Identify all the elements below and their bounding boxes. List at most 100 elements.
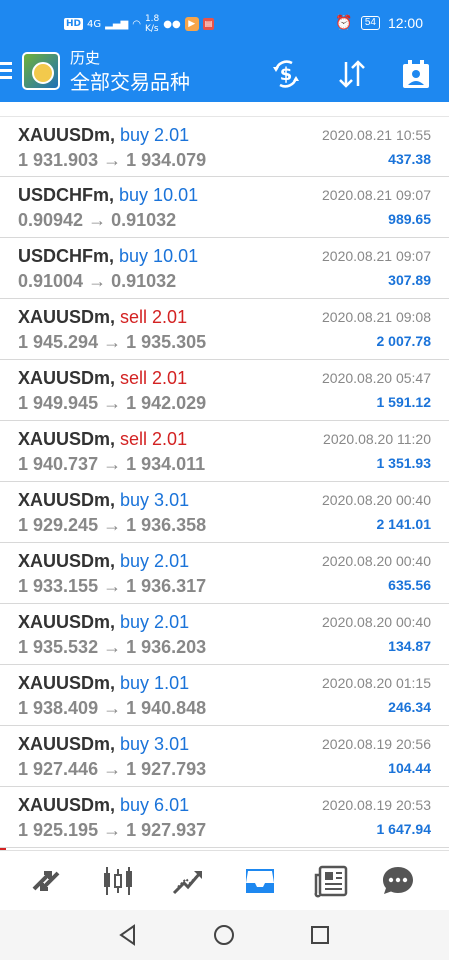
trade-prices: 1 935.532 → 1 936.203 [18, 637, 206, 658]
trade-side-volume: buy 10.01 [119, 246, 199, 266]
network-indicator: 4G [87, 18, 102, 30]
open-price: 0.90942 [18, 210, 84, 230]
trade-datetime: 2020.08.20 00:40 [322, 553, 431, 569]
trade-symbol: XAUUSDm, sell 2.01 [18, 429, 187, 450]
arrow-icon: → [103, 332, 122, 352]
trade-row[interactable]: USDCHFm, buy 10.01 0.91004 → 0.91032 2020.… [0, 238, 449, 299]
trade-row[interactable]: XAUUSDm, buy 3.01 1 929.245 → 1 936.358 20… [0, 482, 449, 543]
hd-indicator: HD [64, 18, 84, 30]
close-price: 1 927.793 [126, 759, 207, 779]
status-left: HD 4G ▂▄▆ ◠ 1.8 K/s ●● ▶ ▤ [64, 14, 215, 34]
trade-symbol: XAUUSDm, buy 2.01 [18, 125, 189, 146]
trade-prices: 1 925.195 → 1 927.937 [18, 820, 206, 841]
trade-profit: 2 007.78 [376, 333, 432, 349]
play-icon: ▶ [184, 17, 199, 31]
net-speed: 1.8 K/s [145, 14, 159, 34]
trade-row[interactable]: XAUUSDm, buy 3.01 1 927.446 → 1 927.793 20… [0, 726, 449, 787]
battery-indicator: 54 [360, 15, 380, 30]
close-price: 1 934.079 [126, 150, 207, 170]
trade-profit: 437.38 [388, 151, 431, 167]
trade-row[interactable]: XAUUSDm, sell 2.01 1 949.945 → 1 942.029 2… [0, 360, 449, 421]
history-icon[interactable] [242, 863, 278, 899]
open-price: 1 925.195 [18, 820, 99, 840]
open-price: 1 938.409 [18, 698, 99, 718]
trade-side-volume: sell 2.01 [120, 307, 188, 327]
page-title: 历史 [70, 50, 101, 67]
trade-side-volume: buy 3.01 [120, 490, 190, 510]
back-icon[interactable] [116, 923, 140, 947]
trade-symbol: XAUUSDm, buy 3.01 [18, 490, 189, 511]
arrow-icon: → [103, 698, 122, 718]
symbol-name: USDCHFm, [18, 185, 115, 205]
arrow-icon: → [88, 271, 107, 291]
trade-side-volume: buy 3.01 [120, 734, 190, 754]
signal-icon: ▂▄▆ [105, 18, 129, 30]
symbol-name: XAUUSDm, [18, 307, 116, 327]
trade-side-volume: buy 10.01 [119, 185, 199, 205]
close-price: 1 934.011 [126, 454, 206, 474]
trade-prices: 0.90942 → 0.91032 [18, 210, 176, 231]
trade-profit: 635.56 [388, 577, 431, 593]
trade-row[interactable]: XAUUSDm, sell 2.01 1 940.737 → 1 934.011 2… [0, 421, 449, 482]
trade-icon[interactable] [170, 863, 206, 899]
open-price: 1 931.903 [18, 150, 99, 170]
trade-datetime: 2020.08.20 00:40 [322, 492, 431, 508]
close-price: 0.91032 [111, 210, 177, 230]
clock: 12:00 [387, 14, 423, 31]
speed-unit: K/s [144, 24, 159, 34]
trade-row[interactable]: XAUUSDm, sell 2.01 1 945.294 → 1 935.305 2… [0, 299, 449, 360]
trade-row[interactable]: XAUUSDm, buy 2.01 1 933.155 → 1 936.317 20… [0, 543, 449, 604]
close-price: 1 936.203 [126, 637, 207, 657]
trade-side-volume: sell 2.01 [120, 368, 188, 388]
chart-icon[interactable] [100, 863, 136, 899]
trade-row[interactable]: USDCHFm, buy 10.01 0.90942 → 0.91032 2020.… [0, 177, 449, 238]
app-notification-icon: ▤ [202, 18, 215, 30]
close-price: 1 936.317 [126, 576, 207, 596]
trade-prices: 1 933.155 → 1 936.317 [18, 576, 206, 597]
trade-row[interactable]: XAUUSDm, buy 2.01 1 935.532 → 1 936.203 20… [0, 604, 449, 665]
symbol-name: XAUUSDm, [18, 551, 116, 571]
close-price: 1 936.358 [126, 515, 207, 535]
trade-side-volume: sell 2.01 [120, 429, 188, 449]
trade-prices: 1 945.294 → 1 935.305 [18, 332, 206, 353]
trade-row[interactable]: XAUUSDm, buy 2.01 1 931.903 → 1 934.079 20… [0, 116, 449, 177]
menu-icon[interactable] [0, 62, 14, 82]
open-price: 1 927.446 [18, 759, 99, 779]
trade-datetime: 2020.08.21 09:07 [322, 187, 431, 203]
title-block[interactable]: 历史 全部交易品种 [70, 50, 190, 96]
currency-exchange-icon[interactable]: $ [270, 58, 302, 90]
trade-datetime: 2020.08.19 20:53 [322, 797, 431, 813]
trade-prices: 1 927.446 → 1 927.793 [18, 759, 206, 780]
sort-icon[interactable] [336, 58, 368, 90]
close-price: 1 940.848 [126, 698, 207, 718]
trade-row[interactable]: XAUUSDm, buy 6.01 1 925.195 → 1 927.937 20… [0, 787, 449, 848]
open-price: 1 949.945 [18, 393, 99, 413]
home-icon[interactable] [212, 923, 236, 947]
news-icon[interactable] [314, 863, 350, 899]
trade-prices: 1 929.245 → 1 936.358 [18, 515, 206, 536]
symbol-name: XAUUSDm, [18, 429, 116, 449]
symbol-name: XAUUSDm, [18, 795, 116, 815]
trade-datetime: 2020.08.20 00:40 [322, 614, 431, 630]
symbol-filter[interactable]: 全部交易品种 [70, 70, 190, 96]
recents-icon[interactable] [308, 923, 332, 947]
trade-profit: 307.89 [388, 272, 431, 288]
symbol-name: XAUUSDm, [18, 490, 116, 510]
trade-datetime: 2020.08.21 09:08 [322, 309, 431, 325]
arrow-icon: → [103, 576, 122, 596]
trade-prices: 1 949.945 → 1 942.029 [18, 393, 206, 414]
quotes-icon[interactable] [28, 863, 64, 899]
symbol-name: XAUUSDm, [18, 673, 116, 693]
period-calendar-icon[interactable] [400, 58, 432, 90]
app-logo[interactable] [22, 52, 60, 90]
chat-icon[interactable] [380, 863, 416, 899]
trade-history-list: XAUUSDm, buy 2.01 1 931.903 → 1 934.079 20… [0, 104, 449, 848]
trade-profit: 1 647.94 [376, 821, 432, 837]
trade-profit: 134.87 [388, 638, 431, 654]
trade-symbol: XAUUSDm, sell 2.01 [18, 307, 187, 328]
trade-profit: 104.44 [388, 760, 431, 776]
symbol-name: XAUUSDm, [18, 125, 116, 145]
trade-row[interactable]: XAUUSDm, buy 1.01 1 938.409 → 1 940.848 20… [0, 665, 449, 726]
wifi-icon: ◠ [132, 18, 141, 30]
trade-symbol: XAUUSDm, buy 1.01 [18, 673, 189, 694]
